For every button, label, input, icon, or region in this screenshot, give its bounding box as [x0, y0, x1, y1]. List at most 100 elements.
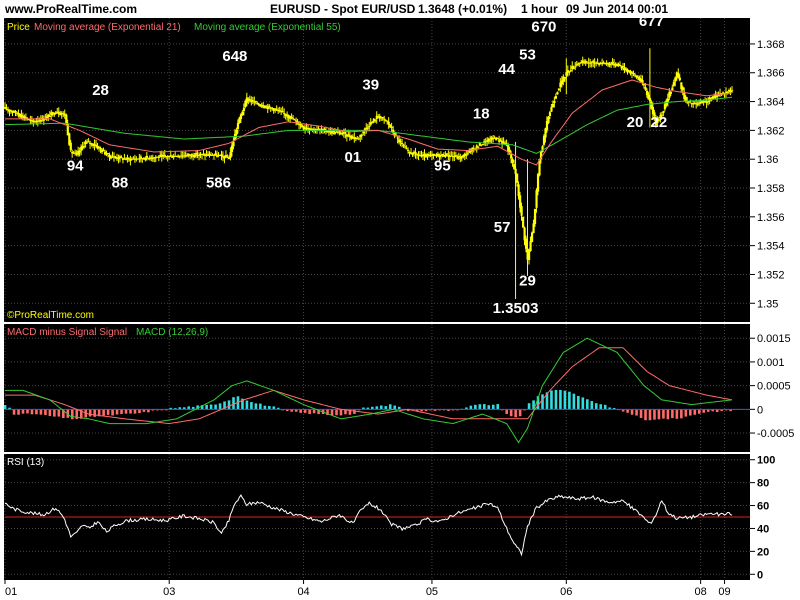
candle-body	[299, 124, 302, 126]
price-annotation: 677	[639, 13, 664, 30]
candle-body	[87, 141, 90, 143]
candle-body	[532, 223, 535, 234]
candle-body	[516, 173, 519, 183]
macd-hist-bar	[572, 393, 576, 410]
candle-body	[332, 130, 335, 132]
price-panel[interactable]	[4, 18, 750, 322]
candle-body	[362, 131, 365, 134]
candle-body	[99, 148, 102, 150]
candle-body	[383, 118, 386, 120]
macd-hist-bar	[39, 409, 43, 415]
macd-hist-bar	[653, 409, 656, 420]
macd-hist-bar	[599, 404, 603, 410]
macd-hist-bar	[505, 409, 508, 414]
candle-body	[357, 138, 360, 140]
macd-hist-bar	[205, 404, 208, 410]
macd-hist-bar	[671, 409, 674, 419]
macd-hist-bar	[44, 409, 47, 415]
macd-hist-bar	[120, 409, 123, 414]
macd-hist-bar	[581, 397, 585, 410]
candle-body	[622, 66, 625, 68]
candle-body	[547, 116, 550, 124]
candle-body	[481, 144, 484, 146]
candle-body	[207, 154, 210, 156]
candle-body	[696, 103, 699, 105]
y-tick-label: 100	[757, 455, 775, 467]
y-tick-label: 1.366	[757, 68, 785, 80]
macd-hist-bar	[469, 405, 473, 410]
macd-hist-bar	[626, 409, 629, 413]
macd-hist-bar	[482, 404, 486, 410]
macd-hist-bar	[3, 405, 7, 410]
candle-body	[574, 66, 577, 68]
macd-legend-hist: MACD minus Signal Signal	[7, 327, 127, 338]
macd-hist-bar	[102, 409, 105, 416]
macd-hist-bar	[214, 404, 217, 410]
price-annotation: 20	[627, 114, 644, 131]
macd-hist-bar	[133, 409, 137, 414]
macd-hist-bar	[245, 400, 249, 410]
candle-body	[107, 153, 110, 155]
candle-body	[386, 120, 389, 122]
macd-hist-bar	[17, 409, 20, 415]
candle-body	[572, 67, 575, 69]
macd-hist-bar	[541, 394, 544, 410]
candle-body	[684, 96, 687, 101]
candle-body	[439, 155, 443, 157]
candle-body	[242, 107, 246, 111]
price-annotation: 94	[67, 157, 84, 174]
candle-body	[371, 121, 374, 124]
macd-hist-bar	[388, 404, 392, 410]
candle-body	[120, 157, 123, 159]
candle-body	[674, 77, 677, 82]
candle-body	[21, 115, 25, 117]
candle-body	[212, 154, 216, 156]
candle-body	[457, 156, 461, 158]
candle-body	[236, 123, 240, 129]
y-tick-label: 80	[757, 478, 769, 490]
macd-hist-bar	[330, 409, 334, 416]
candle-body	[627, 70, 631, 72]
macd-hist-bar	[353, 409, 356, 414]
macd-hist-bar	[209, 404, 213, 410]
price-annotation: 95	[434, 157, 451, 174]
site-url[interactable]: www.ProRealTime.com	[4, 2, 137, 16]
y-tick-label: 40	[757, 523, 769, 535]
x-tick-label: 03	[163, 586, 175, 598]
candle-body	[157, 156, 160, 158]
candle-body	[662, 111, 665, 114]
candle-body	[424, 156, 428, 158]
macd-hist-bar	[639, 409, 643, 418]
y-tick-label: 1.364	[757, 97, 785, 109]
candle-body	[553, 100, 556, 104]
macd-hist-bar	[111, 409, 114, 416]
candle-body	[519, 195, 522, 208]
candle-body	[548, 112, 552, 116]
macd-hist-bar	[303, 409, 307, 413]
candle-body	[726, 91, 729, 93]
candle-body	[535, 190, 538, 208]
macd-hist-bar	[491, 404, 495, 410]
candle-body	[139, 156, 143, 159]
candle-body	[98, 147, 101, 149]
candle-body	[268, 105, 271, 108]
candle-body	[366, 127, 369, 129]
macd-hist-bar	[259, 403, 262, 410]
candle-body	[527, 251, 531, 261]
y-tick-label: 1.362	[757, 125, 785, 137]
candle-body	[513, 163, 516, 169]
candle-body	[384, 119, 387, 121]
candle-body	[554, 96, 558, 99]
candle-body	[636, 76, 640, 78]
candle-body	[381, 117, 384, 119]
candle-body	[619, 65, 622, 67]
candle-body	[374, 120, 377, 122]
macd-hist-bar	[124, 409, 128, 414]
candle-body	[523, 227, 526, 241]
timeframe: 1 hour	[521, 2, 558, 16]
candle-body	[224, 155, 228, 157]
instrument-title: EURUSD - Spot EUR/USD	[270, 2, 416, 16]
price-annotation: 28	[92, 82, 109, 99]
candle-body	[338, 131, 341, 133]
candle-body	[454, 155, 458, 157]
